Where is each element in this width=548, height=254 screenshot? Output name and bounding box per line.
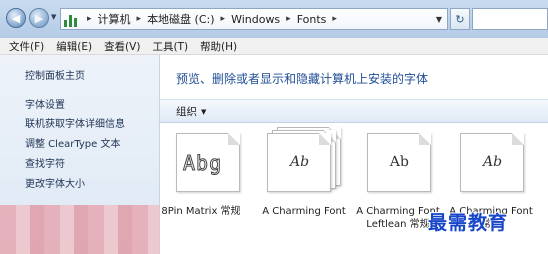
- organize-label: 组织: [176, 105, 197, 118]
- font-tile-8pin-matrix[interactable]: Abg: [176, 131, 246, 251]
- font-file-icon: Ab: [367, 133, 431, 192]
- sidebar-control-panel-home[interactable]: 控制面板主页: [25, 67, 85, 82]
- chevron-down-icon: ▼: [201, 107, 207, 116]
- page-title: 预览、删除或者显示和隐藏计算机上安装的字体: [176, 72, 429, 86]
- address-toolbar: ◀ ▶ ▼ ▸ 计算机 ▸ 本地磁盘 (C:) ▸ Windows ▸ Font…: [0, 0, 548, 38]
- breadcrumb-separator[interactable]: ▸: [218, 14, 229, 24]
- menu-edit[interactable]: 编辑(E): [50, 39, 98, 54]
- arrow-left-icon: ◀: [11, 11, 21, 25]
- arrow-right-icon: ▶: [34, 11, 44, 25]
- breadcrumb-separator[interactable]: ▸: [329, 14, 340, 24]
- menu-view[interactable]: 查看(V): [98, 39, 146, 54]
- address-dropdown-icon[interactable]: ▼: [431, 15, 447, 24]
- font-tile-a-charming-font[interactable]: Ab: [267, 127, 347, 201]
- font-file-icon: Ab: [460, 133, 524, 192]
- font-file-icon: Abg: [176, 133, 240, 192]
- font-file-icon: Ab: [267, 133, 331, 192]
- menu-file[interactable]: 文件(F): [0, 39, 50, 54]
- organize-button[interactable]: 组织 ▼: [176, 104, 206, 119]
- sidebar-change-font-size[interactable]: 更改字体大小: [25, 175, 85, 190]
- font-sample: Abg: [182, 151, 223, 176]
- breadcrumb-local-disk[interactable]: 本地磁盘 (C:): [144, 11, 217, 27]
- fonts-folder-icon: [64, 12, 80, 27]
- font-sample: Ab: [290, 154, 310, 170]
- back-button[interactable]: ◀: [6, 8, 26, 28]
- font-tile-a-charming-font-leftlean[interactable]: Ab: [367, 131, 437, 201]
- refresh-button[interactable]: ↻: [450, 8, 470, 30]
- breadcrumb-fonts[interactable]: Fonts: [294, 13, 330, 26]
- font-tile-a-charming-font-regular[interactable]: Ab: [460, 131, 530, 201]
- refresh-icon: ↻: [455, 12, 465, 26]
- breadcrumb-separator[interactable]: ▸: [134, 14, 145, 24]
- breadcrumb-separator[interactable]: ▸: [84, 14, 95, 24]
- breadcrumb-windows[interactable]: Windows: [228, 13, 283, 26]
- breadcrumb-separator[interactable]: ▸: [283, 14, 294, 24]
- menu-help[interactable]: 帮助(H): [194, 39, 243, 54]
- sidebar-adjust-cleartype[interactable]: 调整 ClearType 文本: [25, 135, 120, 150]
- font-sample: Ab: [483, 154, 503, 170]
- page-fold: [419, 133, 431, 145]
- sidebar-font-settings[interactable]: 字体设置: [25, 96, 65, 111]
- blur-overlay: [0, 205, 160, 254]
- watermark: 最需教育: [428, 212, 509, 234]
- sidebar-find-character[interactable]: 查找字符: [25, 155, 65, 170]
- page-fold: [228, 133, 240, 145]
- command-bar: 组织 ▼: [160, 99, 548, 123]
- search-input[interactable]: [472, 8, 548, 30]
- page-fold: [319, 133, 331, 145]
- menu-tools[interactable]: 工具(T): [146, 39, 194, 54]
- font-name-label: A Charming Font: [262, 206, 346, 217]
- menu-bar: 文件(F) 编辑(E) 查看(V) 工具(T) 帮助(H): [0, 38, 548, 55]
- sidebar-online-font-info[interactable]: 联机获取字体详细信息: [25, 115, 125, 130]
- recent-pages-dropdown[interactable]: ▼: [51, 13, 56, 21]
- font-sample: Ab: [388, 154, 411, 170]
- page-fold: [512, 133, 524, 145]
- font-name-label: 8Pin Matrix 常规: [161, 206, 241, 217]
- breadcrumb-computer[interactable]: 计算机: [95, 11, 134, 27]
- address-bar[interactable]: ▸ 计算机 ▸ 本地磁盘 (C:) ▸ Windows ▸ Fonts ▸ ▼: [60, 8, 448, 30]
- forward-button[interactable]: ▶: [29, 8, 49, 28]
